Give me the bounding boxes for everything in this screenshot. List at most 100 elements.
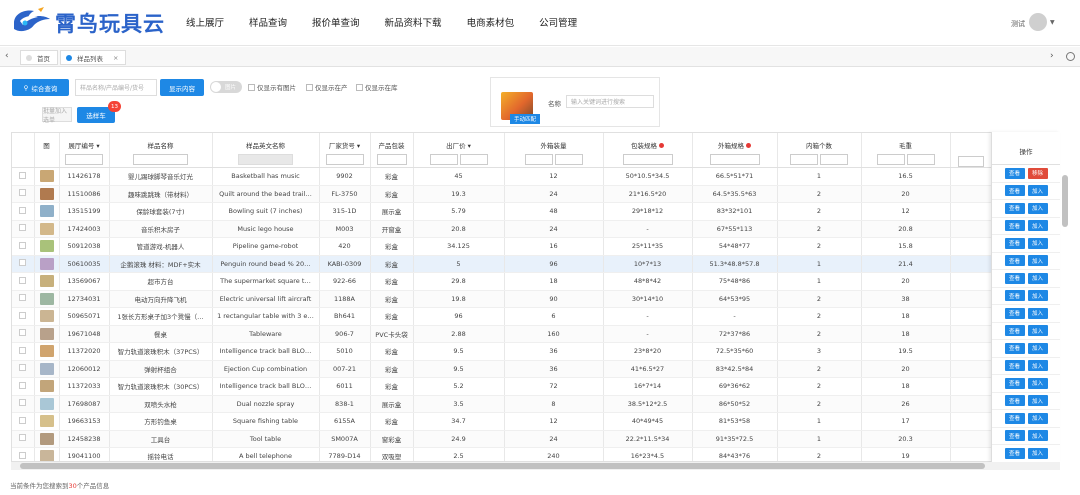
row-select[interactable]	[12, 185, 35, 203]
nav-item-sample-query[interactable]: 样品查询	[249, 15, 287, 29]
tab-sample-list[interactable]: 样品列表 ×	[60, 50, 127, 65]
table-row[interactable]: 11426178 婴儿踢球脚琴音乐灯光 Basketball has music 99…	[12, 167, 993, 186]
view-button[interactable]: 查看	[1004, 220, 1025, 232]
view-button[interactable]: 查看	[1004, 342, 1025, 354]
view-button[interactable]: 查看	[1004, 447, 1025, 459]
brand-logo-icon[interactable]	[10, 7, 54, 37]
product-thumbnail[interactable]	[39, 222, 54, 235]
chevron-down-icon[interactable]: ▼	[1050, 19, 1055, 26]
product-thumbnail[interactable]	[39, 345, 54, 358]
header-factory-price[interactable]: 出厂价 ▾	[413, 133, 505, 168]
keyword-input[interactable]: 样品名称/产品编号/货号	[75, 79, 157, 96]
row-image[interactable]	[34, 325, 60, 343]
product-thumbnail[interactable]	[39, 310, 54, 323]
view-button[interactable]: 查看	[1004, 412, 1025, 424]
view-button[interactable]: 查看	[1004, 255, 1025, 267]
view-button[interactable]: 查看	[1004, 237, 1025, 249]
row-image[interactable]	[34, 255, 60, 273]
row-image[interactable]	[34, 220, 60, 238]
row-checkbox[interactable]	[19, 206, 27, 214]
chevron-right-icon[interactable]: ›	[1050, 51, 1054, 61]
row-image[interactable]	[34, 412, 60, 431]
range-filter[interactable]	[505, 154, 603, 165]
add-button[interactable]: 加入	[1027, 307, 1048, 319]
header-factory-no[interactable]: 厂家货号 ▾	[319, 133, 371, 168]
table-row[interactable]: 50965071 1张长方形桌子加3个凳慢（… 1 rectangular tabl…	[12, 307, 993, 326]
row-checkbox[interactable]	[19, 294, 27, 302]
view-button[interactable]: 查看	[1004, 272, 1025, 284]
product-thumbnail[interactable]	[39, 240, 54, 253]
add-button[interactable]: 加入	[1027, 237, 1048, 249]
add-button[interactable]: 加入	[1027, 272, 1048, 284]
product-thumbnail[interactable]	[39, 275, 54, 288]
table-row[interactable]: 11510086 趣味跳跳珠（带材料） Quilt around the bead …	[12, 185, 993, 203]
view-button[interactable]: 查看	[1004, 395, 1025, 407]
batch-add-button[interactable]: 批量加入选单	[42, 107, 72, 124]
table-row[interactable]: 11372020 智力轨道滚珠积木（37PCS） Intelligence trac…	[12, 342, 993, 361]
row-select[interactable]	[12, 447, 35, 461]
view-button[interactable]: 查看	[1004, 307, 1025, 319]
view-button[interactable]: 查看	[1004, 202, 1025, 214]
image-toggle[interactable]: 图片	[210, 81, 242, 93]
row-image[interactable]	[34, 237, 60, 256]
row-image[interactable]	[34, 185, 60, 203]
table-row[interactable]: 13515199 保龄球套装(7寸) Bowling suit (7 inches)…	[12, 202, 993, 221]
row-checkbox[interactable]	[19, 276, 27, 284]
close-icon[interactable]: ×	[113, 54, 118, 62]
nav-item-quote-query[interactable]: 报价单查询	[312, 15, 360, 29]
row-image[interactable]	[34, 307, 60, 326]
row-checkbox[interactable]	[19, 364, 27, 372]
table-row[interactable]: 17698087 双喷头水枪 Dual nozzle spray 838-1 展示盒 3.…	[12, 395, 993, 413]
row-checkbox[interactable]	[19, 381, 27, 389]
row-checkbox[interactable]	[19, 451, 27, 459]
table-row[interactable]: 12060012 弹射杯组合 Ejection Cup combination 007…	[12, 360, 993, 378]
product-thumbnail[interactable]	[39, 170, 54, 183]
row-checkbox[interactable]	[19, 416, 27, 424]
row-select[interactable]	[12, 272, 35, 291]
row-select[interactable]	[12, 412, 35, 431]
range-filter[interactable]	[778, 154, 861, 165]
add-button[interactable]: 加入	[1027, 325, 1048, 337]
table-row[interactable]: 19663153 方形钓鱼桌 Square fishing table 6155A 彩盒…	[12, 412, 993, 431]
row-select[interactable]	[12, 167, 35, 186]
row-checkbox[interactable]	[19, 259, 27, 267]
range-filter[interactable]	[862, 154, 950, 165]
combined-search-button[interactable]: ⚲ 综合查询	[12, 79, 69, 96]
row-select[interactable]	[12, 395, 35, 413]
has-image-checkbox[interactable]: 仅显示有图片	[248, 82, 296, 92]
row-checkbox[interactable]	[19, 171, 27, 179]
product-thumbnail[interactable]	[39, 292, 54, 305]
add-button[interactable]: 加入	[1027, 342, 1048, 354]
view-button[interactable]: 查看	[1004, 290, 1025, 302]
add-button[interactable]: 加入	[1027, 255, 1048, 267]
product-thumbnail[interactable]	[39, 432, 54, 445]
row-image[interactable]	[34, 377, 60, 396]
table-row[interactable]: 13569067 超市方台 The supermarket square t… 922…	[12, 272, 993, 291]
table-row[interactable]: 19671048 餐桌 Tableware 906-7 PVC卡头袋 2.88 160-72…	[12, 325, 993, 343]
product-thumbnail[interactable]	[39, 205, 54, 218]
product-thumbnail[interactable]	[39, 362, 54, 375]
remove-button[interactable]: 移除	[1027, 167, 1048, 179]
add-button[interactable]: 加入	[1027, 395, 1048, 407]
view-button[interactable]: 查看	[1004, 325, 1025, 337]
product-thumbnail[interactable]	[39, 327, 54, 340]
row-image[interactable]	[34, 290, 60, 308]
view-button[interactable]: 查看	[1004, 360, 1025, 372]
row-image[interactable]	[34, 430, 60, 448]
row-select[interactable]	[12, 237, 35, 256]
manual-match-tag[interactable]: 手动匹配	[510, 114, 540, 124]
row-select[interactable]	[12, 307, 35, 326]
row-select[interactable]	[12, 325, 35, 343]
nav-item-ecommerce-pack[interactable]: 电商素材包	[467, 15, 515, 29]
table-row[interactable]: 19041100 摇铃电话 A bell telephone 7789-D14 双吸塑 2…	[12, 447, 993, 461]
product-thumbnail[interactable]	[39, 257, 54, 270]
table-row[interactable]: 11372033 智力轨道滚珠积木（30PCS） Intelligence trac…	[12, 377, 993, 396]
product-thumbnail[interactable]	[39, 187, 54, 200]
filter-input[interactable]	[376, 154, 407, 165]
add-button[interactable]: 加入	[1027, 360, 1048, 372]
add-button[interactable]: 加入	[1027, 220, 1048, 232]
filter-input[interactable]	[709, 154, 760, 165]
row-select[interactable]	[12, 220, 35, 238]
nav-item-new-downloads[interactable]: 新品资料下载	[385, 15, 442, 29]
row-checkbox[interactable]	[19, 241, 27, 249]
